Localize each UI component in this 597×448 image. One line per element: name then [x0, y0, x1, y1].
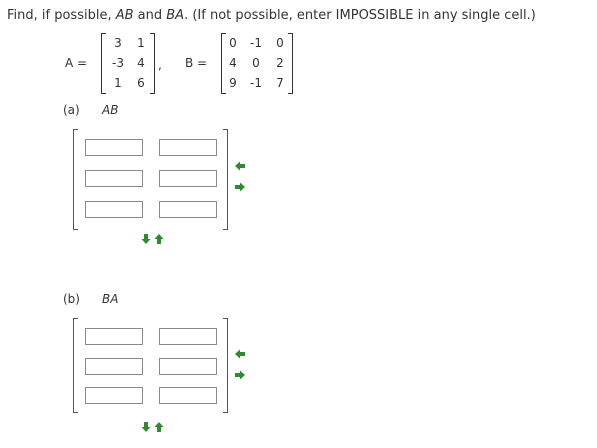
answer-a-cell-r3c1[interactable] [85, 201, 143, 218]
arrow-up-icon[interactable] [154, 233, 164, 245]
answer-b-left-bracket [73, 318, 78, 413]
matrix-b-cell: 2 [276, 56, 284, 70]
answer-b-cell-r1c2[interactable] [159, 328, 217, 345]
answer-b-right-bracket [223, 318, 228, 413]
arrow-right-icon[interactable] [234, 181, 246, 193]
answer-b-cell-r2c2[interactable] [159, 358, 217, 375]
answer-b-cell-r3c1[interactable] [85, 387, 143, 404]
question-ba: BA [166, 8, 185, 23]
answer-a-cell-r1c2[interactable] [159, 139, 217, 156]
matrix-separator: , [158, 58, 162, 72]
arrow-left-icon[interactable] [234, 160, 246, 172]
matrix-a-cell: 6 [137, 76, 145, 90]
matrix-b-label: B = [185, 56, 208, 70]
part-b-product-label: BA [102, 292, 119, 306]
answer-a-right-bracket [223, 129, 228, 230]
part-a-product-label: AB [102, 103, 119, 117]
part-a-label: (a) [63, 103, 80, 117]
question-text: Find, if possible, AB and BA. (If not po… [7, 8, 536, 23]
answer-a-cell-r3c2[interactable] [159, 201, 217, 218]
arrow-right-icon[interactable] [234, 369, 246, 381]
question-and: and [133, 8, 167, 23]
question-suffix: . (If not possible, enter IMPOSSIBLE in … [184, 8, 536, 23]
arrow-up-icon[interactable] [154, 421, 164, 433]
matrix-a-cell: 1 [137, 36, 145, 50]
matrix-a-label: A = [65, 56, 88, 70]
arrow-left-icon[interactable] [234, 348, 246, 360]
matrix-a-cell: 4 [137, 56, 145, 70]
matrix-b-cell: 7 [276, 76, 284, 90]
answer-a-cell-r2c1[interactable] [85, 170, 143, 187]
arrow-down-icon[interactable] [141, 233, 151, 245]
question-prefix: Find, if possible, [7, 8, 116, 23]
part-b-label: (b) [63, 292, 80, 306]
matrix-b-cell: 0 [276, 36, 284, 50]
arrow-down-icon[interactable] [141, 421, 151, 433]
answer-a-left-bracket [73, 129, 78, 230]
answer-a-cell-r2c2[interactable] [159, 170, 217, 187]
answer-b-cell-r1c1[interactable] [85, 328, 143, 345]
question-ab: AB [115, 8, 134, 23]
answer-b-cell-r3c2[interactable] [159, 387, 217, 404]
answer-a-cell-r1c1[interactable] [85, 139, 143, 156]
answer-b-cell-r2c1[interactable] [85, 358, 143, 375]
